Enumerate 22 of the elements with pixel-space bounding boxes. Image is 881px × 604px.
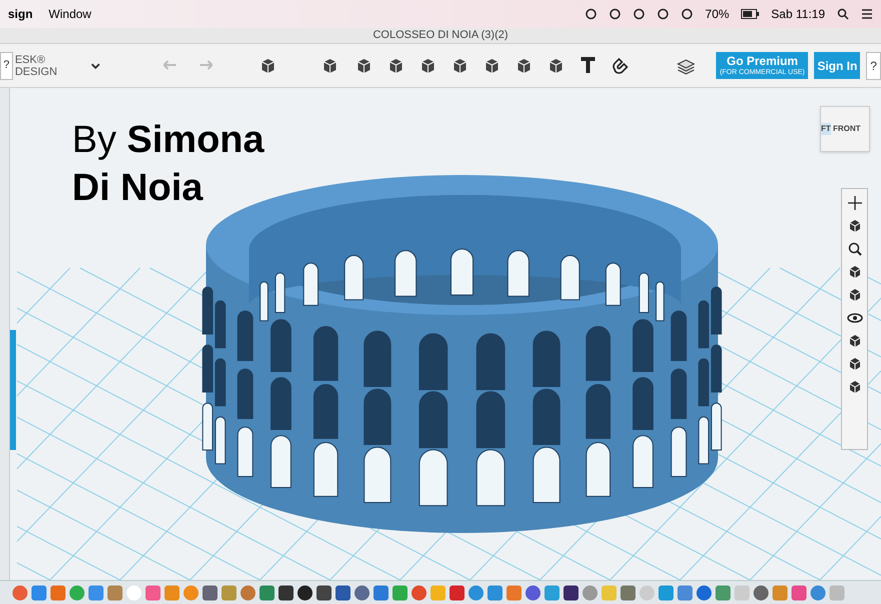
app-logo: ESK® DESIGN bbox=[14, 54, 57, 78]
help-button[interactable]: ? bbox=[866, 52, 881, 80]
menu-item[interactable]: sign bbox=[8, 5, 33, 23]
battery-percentage: 70% bbox=[705, 6, 730, 23]
app-icon[interactable] bbox=[563, 584, 579, 600]
move-arrows-icon[interactable] bbox=[846, 195, 862, 211]
app-icon[interactable] bbox=[316, 584, 332, 600]
zoom-icon[interactable] bbox=[846, 241, 862, 257]
chevron-down-icon[interactable] bbox=[90, 62, 100, 68]
help-button[interactable]: ? bbox=[0, 52, 13, 80]
app-icon[interactable] bbox=[297, 584, 313, 600]
view-cube-label: FT bbox=[821, 123, 831, 135]
window-title: COLOSSEO DI NOIA (3)(2) bbox=[372, 28, 508, 44]
view-cube[interactable]: FT FRONT bbox=[820, 106, 870, 152]
list-icon[interactable] bbox=[861, 8, 873, 20]
view-cube-label: FRONT bbox=[833, 123, 861, 135]
battery-icon[interactable] bbox=[741, 9, 760, 19]
menu-item[interactable]: Window bbox=[48, 5, 92, 23]
author-caption: By Simona Di Noia bbox=[72, 118, 266, 211]
app-icon[interactable] bbox=[278, 584, 294, 600]
search-icon[interactable] bbox=[837, 8, 849, 20]
menu-bar-clock[interactable]: Sab 11:19 bbox=[771, 5, 825, 23]
